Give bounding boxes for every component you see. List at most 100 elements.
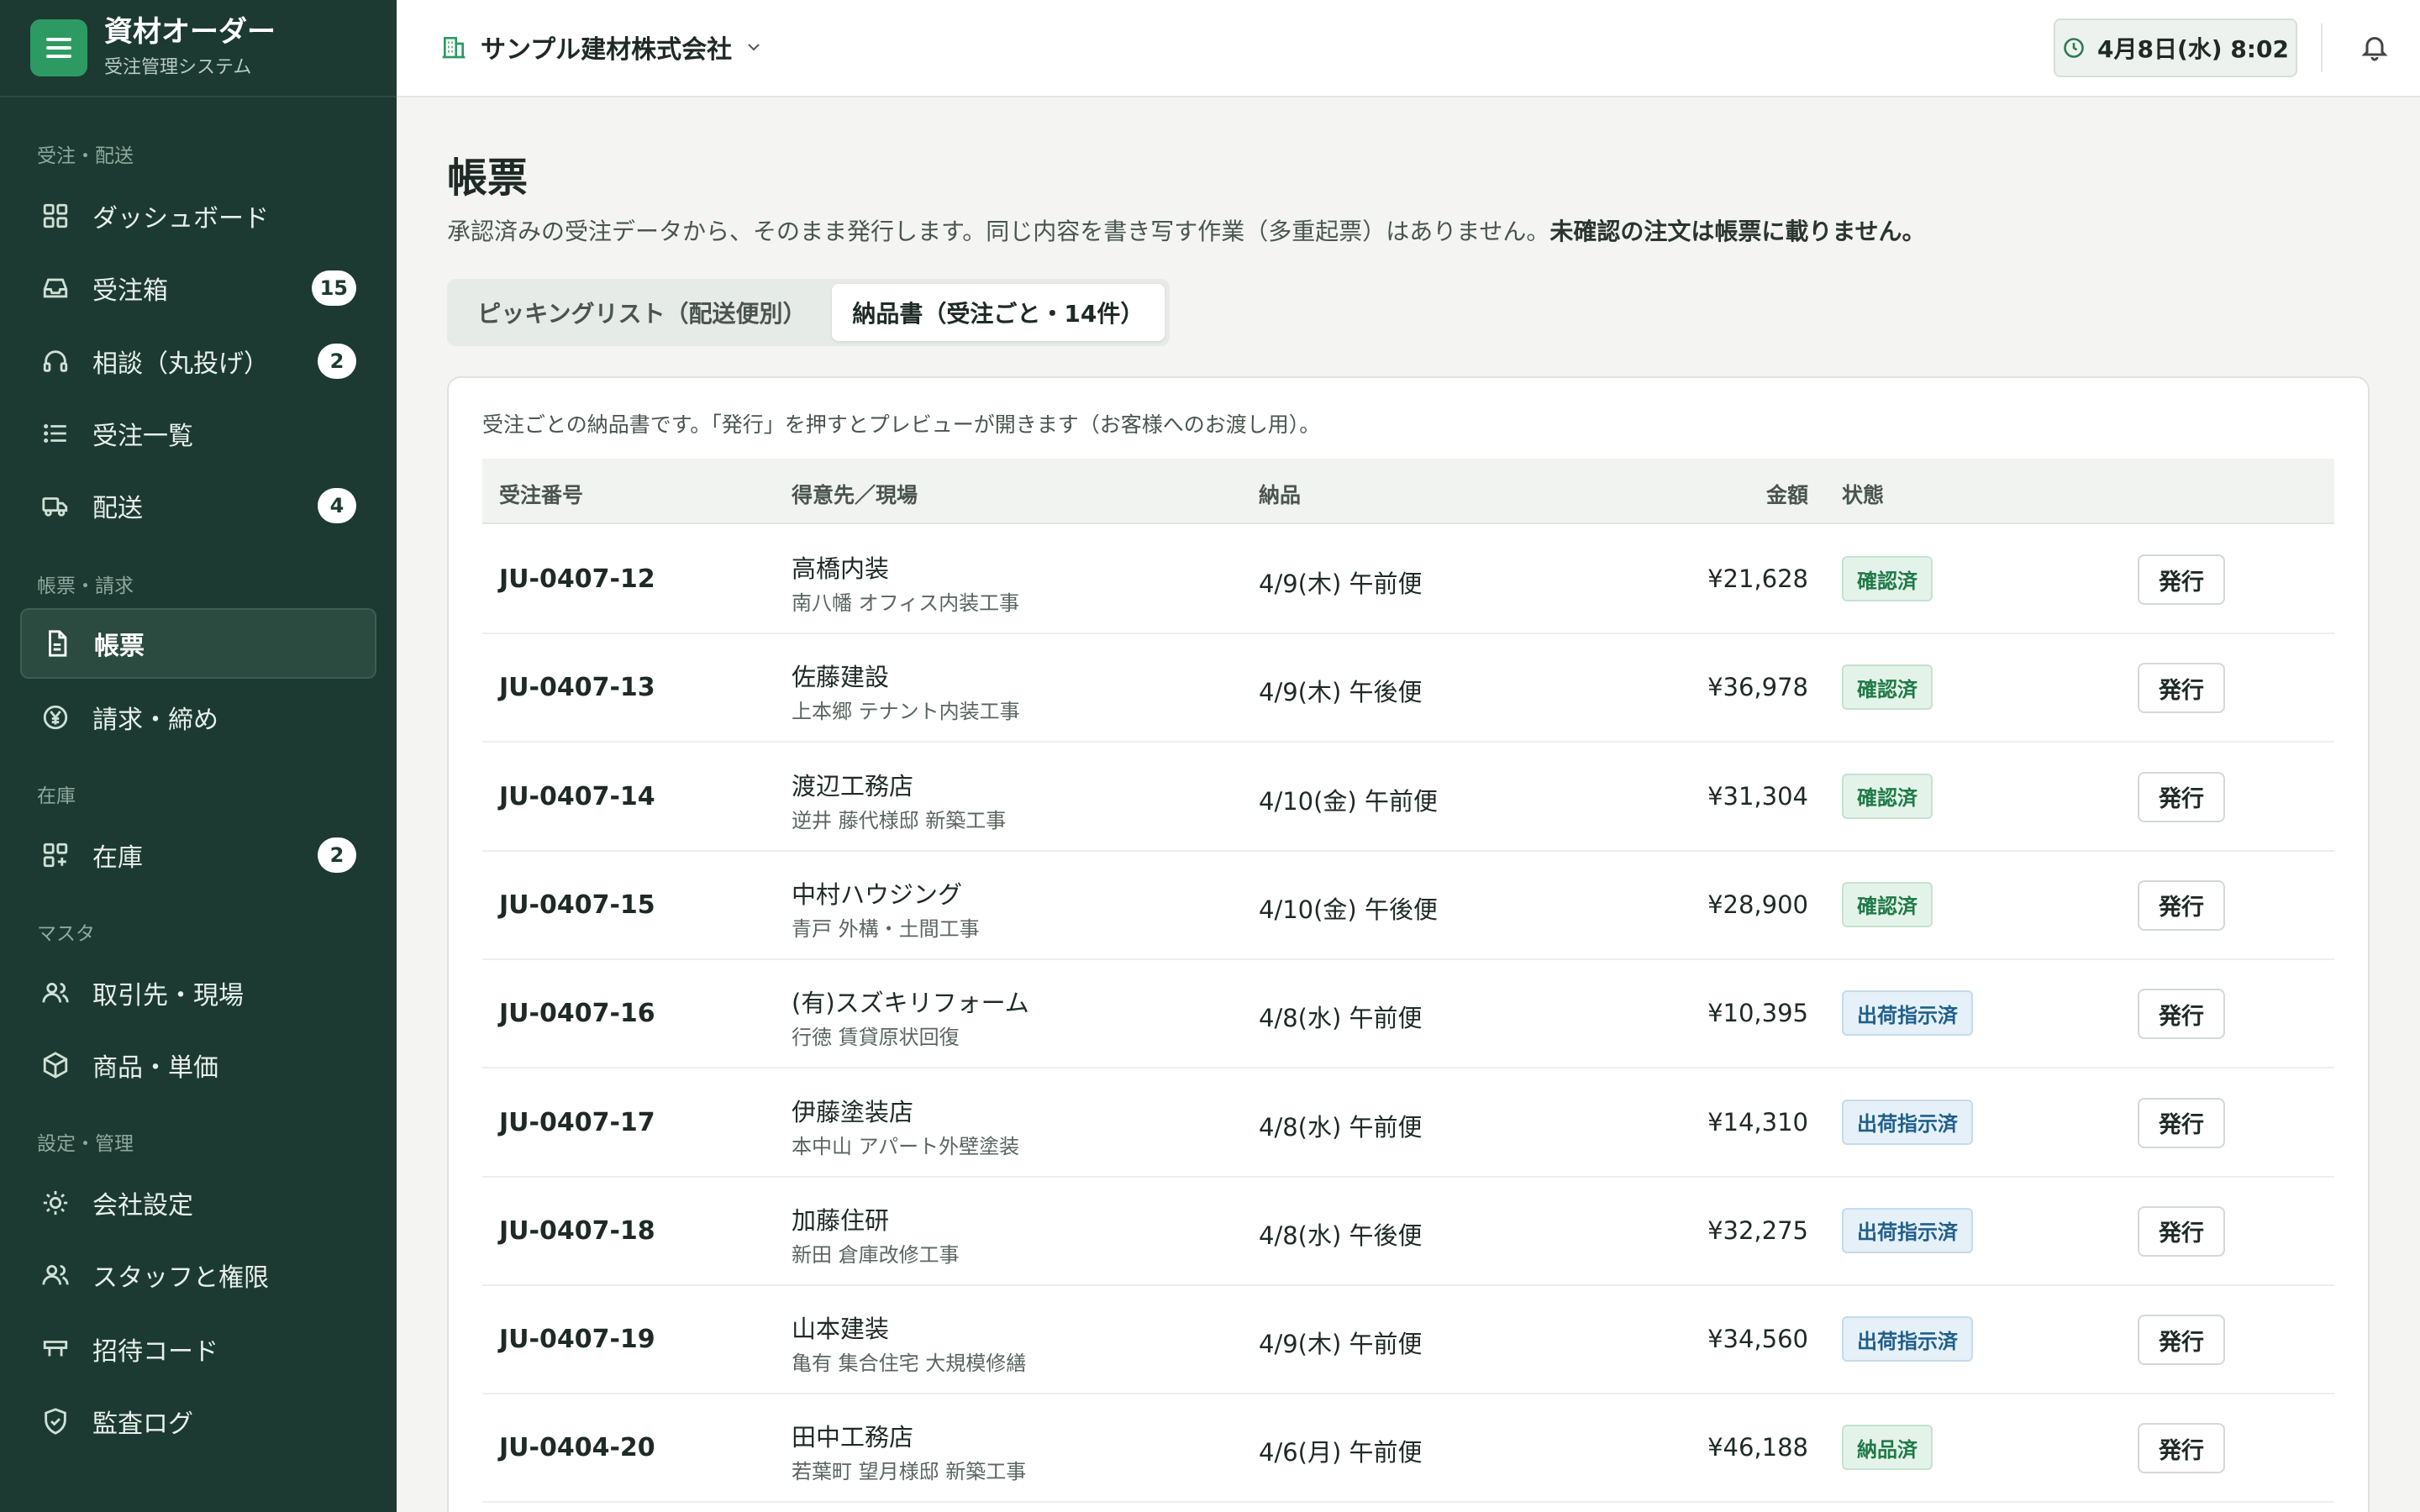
site-name: 青戸 外構・土間工事: [792, 916, 980, 941]
table-row: JU-0404-20 田中工務店 若葉町 望月様邸 新築工事 4/6(月) 午前便 ¥4…: [482, 1394, 2334, 1504]
table-row: JU-0407-15 中村ハウジング 青戸 外構・土間工事 4/10(金) 午後便 ¥2…: [482, 852, 2334, 960]
bell-icon[interactable]: [2360, 32, 2390, 62]
sidebar-item-label: ダッシュボード: [92, 204, 269, 234]
col-delivery: 納品: [1259, 483, 1302, 507]
issue-button[interactable]: 発行: [2138, 771, 2225, 822]
section-label-settings: 設定・管理: [37, 1133, 134, 1155]
sidebar-item-label: 在庫: [92, 843, 143, 873]
issue-button[interactable]: 発行: [2138, 1205, 2225, 1257]
amount: ¥10,395: [1707, 999, 1808, 1028]
status-badge: 出荷指示済: [1842, 1099, 1973, 1145]
sidebar-item-delivery[interactable]: 配送 4: [20, 470, 376, 541]
amount: ¥31,304: [1707, 781, 1808, 811]
count-badge: 15: [311, 270, 356, 306]
clock-icon: [2064, 38, 2084, 58]
sidebar-item-dashboard[interactable]: ダッシュボード: [20, 181, 376, 251]
issue-button[interactable]: 発行: [2138, 879, 2225, 931]
site-name: 若葉町 望月様邸 新築工事: [792, 1460, 1027, 1484]
sidebar-item-staff[interactable]: スタッフと権限: [20, 1240, 376, 1310]
customer-name: 中村ハウジング: [792, 879, 963, 909]
status-badge: 出荷指示済: [1842, 1316, 1973, 1362]
sidebar-item-label: 請求・締め: [92, 706, 218, 735]
sidebar-item-audit-log[interactable]: 監査ログ: [20, 1386, 376, 1457]
sidebar-item-order-list[interactable]: 受注一覧: [20, 398, 376, 469]
page-title: 帳票: [447, 155, 529, 202]
ticket-icon: [40, 1334, 71, 1364]
menu-icon[interactable]: [30, 19, 87, 76]
delivery-slot: 4/10(金) 午前便: [1259, 786, 1438, 816]
customer-name: 伊藤塗装店: [792, 1097, 914, 1126]
customer-name: 佐藤建設: [792, 663, 890, 692]
order-number: JU-0404-20: [499, 1433, 655, 1463]
col-order-no: 受注番号: [499, 483, 584, 507]
sidebar-item-label: 招待コード: [92, 1337, 218, 1367]
amount: ¥34,560: [1707, 1325, 1808, 1354]
issue-button[interactable]: 発行: [2138, 1423, 2225, 1474]
issue-button[interactable]: 発行: [2138, 554, 2225, 605]
top-header: サンプル建材株式会社 4月8日(水) 8:02: [397, 0, 2420, 97]
delivery-slot: 4/6(月) 午前便: [1259, 1438, 1423, 1467]
issue-button[interactable]: 発行: [2138, 1097, 2225, 1148]
status-badge: 納品済: [1842, 1425, 1933, 1471]
card-note: 受注ごとの納品書です。「発行」を押すとプレビューが開きます（お客様へのお渡し用）…: [482, 412, 1321, 437]
status-badge: 出荷指示済: [1842, 990, 1973, 1037]
grid-icon: [40, 201, 71, 231]
table-row: JU-0407-16 (有)スズキリフォーム 行徳 賃貸原状回復 4/8(水) 午前便…: [482, 960, 2334, 1069]
site-name: 行徳 賃貸原状回復: [792, 1026, 960, 1050]
sidebar-item-documents[interactable]: 帳票: [20, 608, 376, 679]
col-status: 状態: [1842, 483, 1885, 507]
sidebar-item-company-settings[interactable]: 会社設定: [20, 1168, 376, 1238]
site-name: 上本郷 テナント内装工事: [792, 700, 1020, 724]
inbox-icon: [40, 273, 71, 303]
page-description-text: 承認済みの受注データから、そのまま発行します。同じ内容を書き写す作業（多重起票）…: [447, 218, 1550, 245]
delivery-slot: 4/9(木) 午後便: [1259, 678, 1423, 707]
sidebar: 資材オーダー 受注管理システム 受注・配送 ダッシュボード 受注箱 15 相談（…: [0, 0, 397, 1512]
document-tabs: ピッキングリスト（配送便別） 納品書（受注ごと・14件）: [447, 279, 1170, 346]
stock-icon: [40, 840, 71, 870]
tab-delivery-note[interactable]: 納品書（受注ごと・14件）: [831, 284, 1165, 341]
issue-button[interactable]: 発行: [2138, 663, 2225, 714]
issue-button[interactable]: 発行: [2138, 1315, 2225, 1366]
company-selector[interactable]: サンプル建材株式会社: [440, 29, 764, 66]
order-number: JU-0407-17: [499, 1107, 655, 1137]
count-badge: 4: [318, 488, 356, 523]
issue-button[interactable]: 発行: [2138, 989, 2225, 1040]
table-header: 受注番号 得意先／現場 納品 金額 状態: [482, 459, 2334, 524]
delivery-slot: 4/9(木) 午前便: [1259, 1330, 1423, 1359]
sidebar-item-inbox[interactable]: 受注箱 15: [20, 253, 376, 323]
page-description-warning: 未確認の注文は帳票に載りません。: [1549, 218, 1926, 245]
status-badge: 確認済: [1842, 556, 1933, 601]
amount: ¥32,275: [1707, 1215, 1808, 1245]
order-number: JU-0407-14: [499, 781, 655, 811]
sidebar-item-invite-code[interactable]: 招待コード: [20, 1314, 376, 1384]
table-row: JU-0407-19 山本建装 亀有 集合住宅 大規模修繕 4/9(木) 午前便 ¥34…: [482, 1286, 2334, 1395]
order-number: JU-0407-16: [499, 999, 655, 1029]
datetime-display: 4月8日(水) 8:02: [2054, 18, 2297, 77]
sidebar-item-billing[interactable]: 請求・締め: [20, 682, 376, 753]
site-name: 逆井 藤代様邸 新築工事: [792, 808, 1007, 832]
delivery-slot: 4/8(水) 午前便: [1259, 1004, 1423, 1033]
header-divider: [2321, 24, 2323, 72]
sidebar-item-stock[interactable]: 在庫 2: [20, 820, 376, 890]
section-label-master: マスタ: [37, 923, 95, 945]
amount: ¥36,978: [1707, 673, 1808, 702]
table-row: JU-0407-14 渡辺工務店 逆井 藤代様邸 新築工事 4/10(金) 午前便 ¥3…: [482, 743, 2334, 852]
amount: ¥28,900: [1707, 890, 1808, 919]
sidebar-item-label: 商品・単価: [92, 1053, 218, 1083]
site-name: 新田 倉庫改修工事: [792, 1242, 960, 1267]
users-icon: [40, 978, 71, 1008]
table-row: JU-0407-12 高橋内装 南八幡 オフィス内装工事 4/9(木) 午前便 ¥21,…: [482, 526, 2334, 634]
order-number: JU-0407-15: [499, 890, 655, 920]
sidebar-item-label: 配送: [92, 494, 143, 523]
truck-icon: [40, 491, 71, 521]
brand-subtitle: 受注管理システム: [104, 56, 252, 78]
brand[interactable]: 資材オーダー 受注管理システム: [0, 0, 397, 97]
building-icon: [442, 37, 466, 59]
sidebar-item-products[interactable]: 商品・単価: [20, 1030, 376, 1100]
delivery-slot: 4/8(水) 午前便: [1259, 1112, 1423, 1142]
amount: ¥21,628: [1707, 564, 1808, 593]
order-number: JU-0407-13: [499, 673, 655, 703]
sidebar-item-consult[interactable]: 相談（丸投げ） 2: [20, 326, 376, 396]
sidebar-item-clients[interactable]: 取引先・現場: [20, 958, 376, 1028]
tab-picking-list[interactable]: ピッキングリスト（配送便別）: [452, 284, 832, 341]
